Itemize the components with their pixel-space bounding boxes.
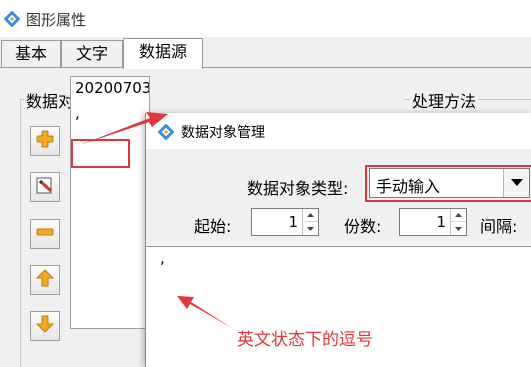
start-stepper-buttons bbox=[302, 209, 318, 235]
outer-window-titlebar: 图形属性 bbox=[0, 0, 531, 38]
remove-icon bbox=[35, 222, 55, 246]
app-diamond-icon bbox=[158, 124, 174, 140]
data-object-list[interactable]: 20200703 , bbox=[70, 76, 150, 329]
copies-stepper[interactable]: 1 bbox=[399, 208, 467, 236]
arrow-down-icon bbox=[35, 314, 55, 338]
copies-stepper-buttons bbox=[450, 209, 466, 235]
tab-data-source[interactable]: 数据源 bbox=[123, 38, 203, 69]
group-border-left bbox=[20, 99, 21, 367]
spin-down-icon[interactable] bbox=[303, 222, 318, 235]
add-icon bbox=[35, 129, 55, 153]
tab-strip-divider bbox=[0, 67, 531, 68]
tab-basic[interactable]: 基本 bbox=[1, 40, 61, 68]
edit-icon bbox=[35, 175, 55, 199]
content-text: , bbox=[160, 249, 165, 267]
copies-value: 1 bbox=[436, 213, 446, 231]
start-label: 起始: bbox=[194, 217, 232, 236]
remove-button[interactable] bbox=[30, 219, 60, 249]
spin-down-icon[interactable] bbox=[451, 222, 466, 235]
data-object-type-label: 数据对象类型: bbox=[247, 179, 349, 198]
outer-window-title: 图形属性 bbox=[26, 11, 87, 29]
start-stepper[interactable]: 1 bbox=[251, 208, 319, 236]
list-item[interactable]: 20200703 bbox=[75, 79, 149, 97]
dialog-title: 数据对象管理 bbox=[181, 125, 265, 141]
interval-label: 间隔: bbox=[480, 217, 518, 236]
app-diamond-icon bbox=[4, 11, 20, 27]
move-up-button[interactable] bbox=[30, 265, 60, 295]
spin-up-icon[interactable] bbox=[451, 209, 466, 222]
copies-label: 份数: bbox=[344, 217, 382, 236]
spin-up-icon[interactable] bbox=[303, 209, 318, 222]
dialog-titlebar: 数据对象管理 bbox=[146, 113, 531, 149]
start-value: 1 bbox=[288, 213, 298, 231]
add-button[interactable] bbox=[30, 126, 60, 156]
highlight-box-type-select bbox=[365, 165, 531, 202]
edit-button[interactable] bbox=[30, 172, 60, 202]
arrow-up-icon bbox=[35, 268, 55, 292]
highlight-box-list-item bbox=[71, 139, 130, 168]
move-down-button[interactable] bbox=[30, 311, 60, 341]
processing-group-label: 处理方法 bbox=[410, 88, 479, 112]
annotation-label: 英文状态下的逗号 bbox=[237, 330, 373, 350]
list-item[interactable]: , bbox=[75, 104, 80, 122]
tab-text[interactable]: 文字 bbox=[61, 40, 123, 68]
